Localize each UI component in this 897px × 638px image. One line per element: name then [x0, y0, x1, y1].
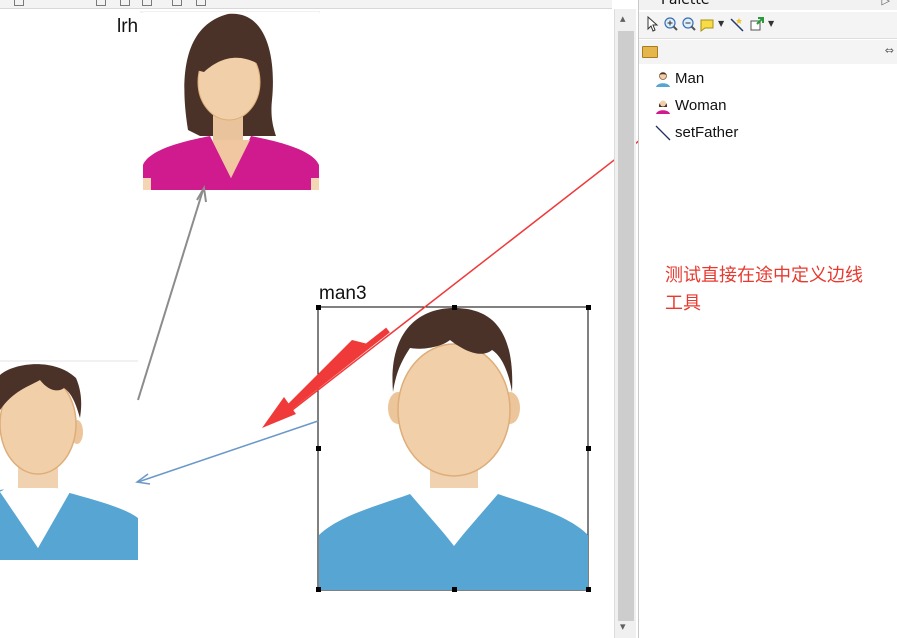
palette-item-label: Man	[675, 70, 705, 87]
chevron-down-icon[interactable]: ▼	[768, 19, 774, 28]
note-icon[interactable]	[699, 16, 715, 32]
select-icon[interactable]	[645, 16, 661, 32]
palette-title: Palette	[661, 0, 710, 8]
palette-header[interactable]: Palette ▷	[639, 0, 897, 10]
woman-icon	[656, 100, 670, 114]
man-icon	[656, 72, 670, 87]
palette-item-label: Woman	[675, 97, 727, 114]
vertical-scrollbar[interactable]: ▴ ▾	[614, 9, 636, 638]
palette-item-label: setFather	[675, 124, 739, 141]
palette-drawer[interactable]: ⇔	[639, 40, 897, 64]
palette-toolbar: ▼ ▼	[639, 12, 897, 39]
palette-panel: Palette ▷ ▼ ▼ ⇔ Man Woman setFather	[638, 0, 897, 638]
scroll-thumb[interactable]	[618, 31, 634, 621]
create-icon[interactable]	[749, 16, 765, 32]
scroll-up-icon[interactable]: ▴	[620, 13, 626, 25]
connection-icon[interactable]	[729, 16, 745, 32]
line-connection-icon	[655, 125, 671, 141]
zoom-in-icon[interactable]	[663, 16, 679, 32]
zoom-out-icon[interactable]	[681, 16, 697, 32]
triangle-right-icon[interactable]: ▷	[882, 0, 890, 7]
chevron-down-icon[interactable]: ▼	[718, 19, 724, 28]
annotation-line-1: 测试直接在途中定义边线	[665, 265, 863, 286]
pin-icon[interactable]: ⇔	[885, 44, 894, 57]
scroll-down-icon[interactable]: ▾	[620, 621, 626, 633]
annotation-note: 测试直接在途中定义边线 工具	[665, 262, 890, 318]
folder-open-icon	[642, 46, 658, 58]
annotation-line-2: 工具	[665, 293, 701, 314]
